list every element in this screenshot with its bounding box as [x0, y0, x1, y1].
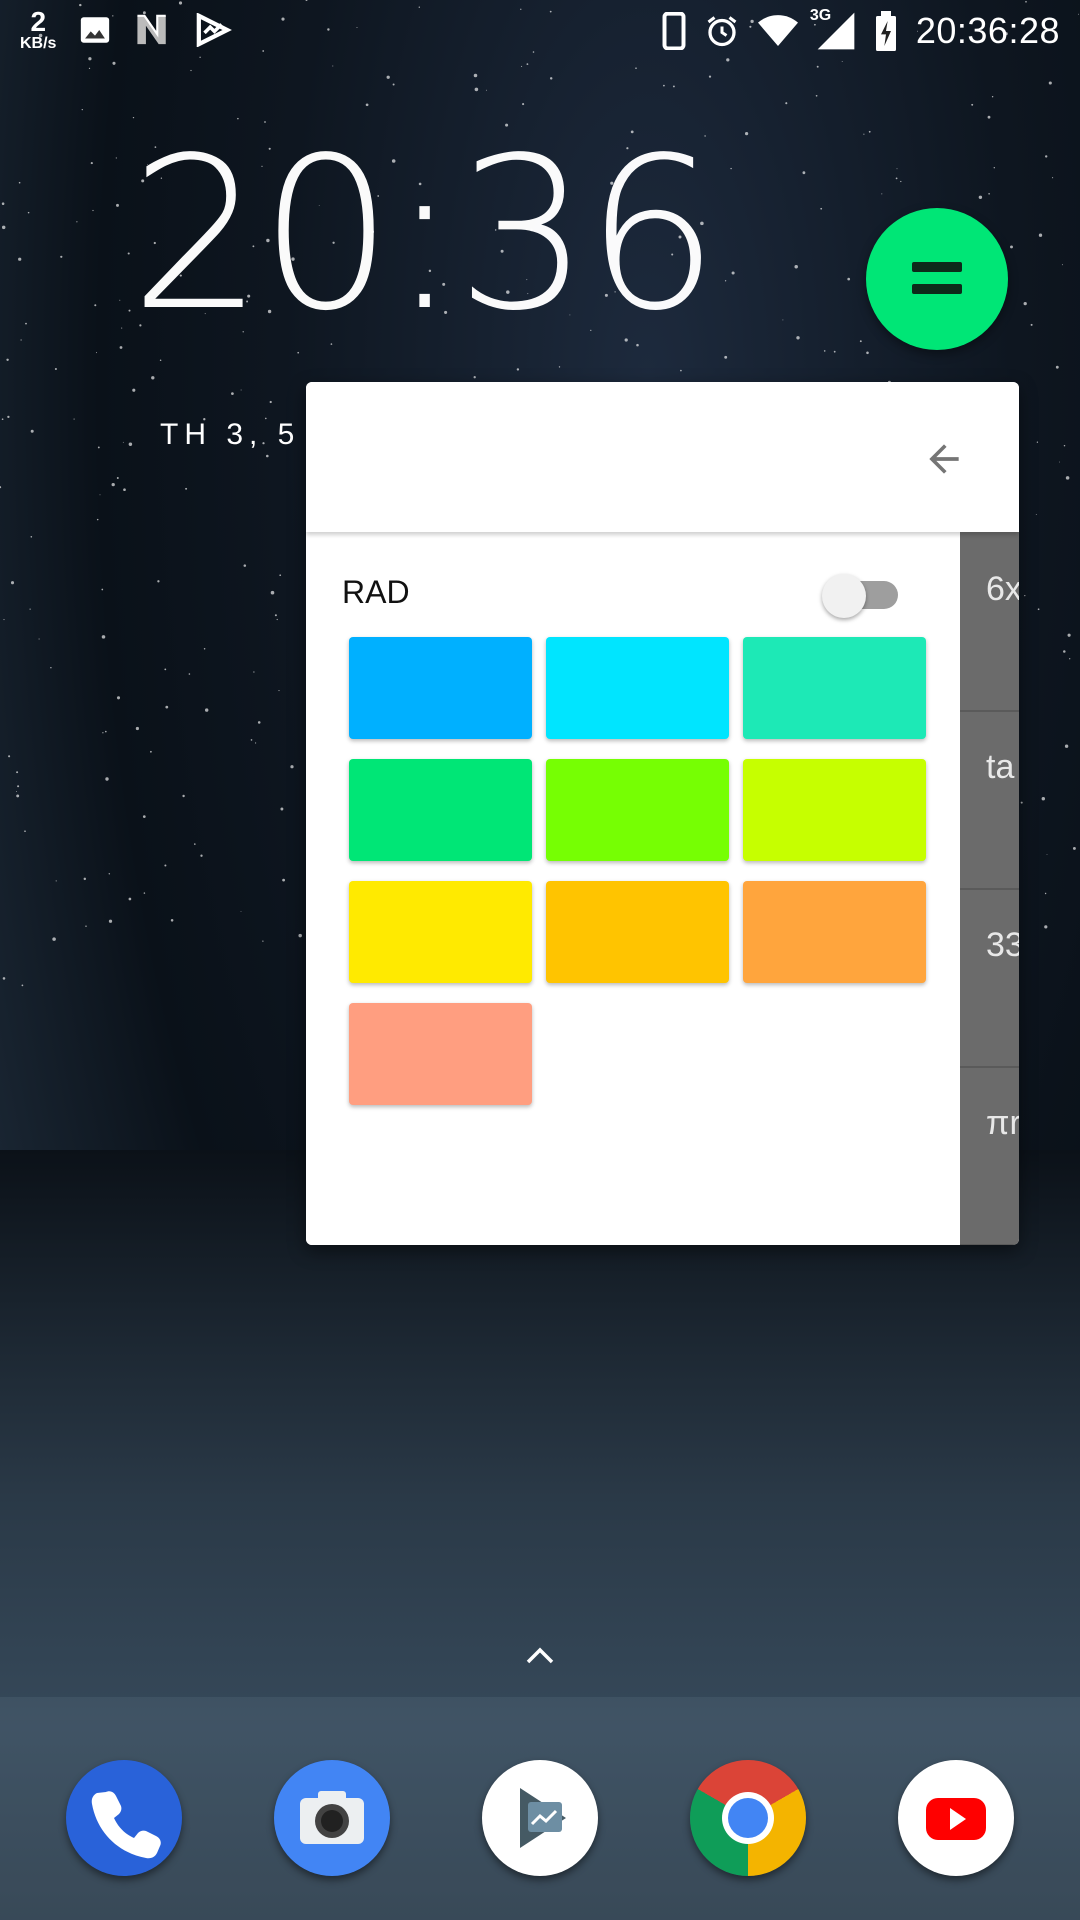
side-panel-item[interactable]: 33 [960, 888, 1019, 1068]
network-speed-value: 2 [30, 6, 47, 37]
side-panel-item[interactable]: 6x [960, 532, 1019, 712]
back-button[interactable] [919, 434, 969, 484]
color-swatch[interactable] [743, 881, 926, 983]
arrow-back-icon [929, 444, 959, 474]
theme-color-panel: RAD [306, 532, 960, 1245]
clock-date[interactable]: TH 3, 5 [160, 418, 300, 452]
swipe-up-arrow-icon[interactable] [525, 1645, 555, 1665]
alarm-icon [704, 13, 740, 49]
side-panel-item-label: πr [986, 1104, 1019, 1142]
color-swatch[interactable] [546, 637, 729, 739]
side-panel-item-label: 33 [986, 926, 1019, 964]
image-icon [78, 13, 112, 47]
calculator-overlay: RAD 6x ta 33 πr [306, 382, 1019, 1245]
rad-toggle[interactable] [822, 574, 902, 618]
color-swatch[interactable] [743, 637, 926, 739]
color-swatch[interactable] [349, 1003, 532, 1105]
clock-time[interactable]: 20:36 [130, 130, 719, 340]
network-speed: 2 KB/s [20, 8, 56, 52]
battery-charging-icon [874, 11, 898, 51]
network-speed-unit: KB/s [20, 35, 57, 52]
play-store-app-icon[interactable] [482, 1760, 598, 1876]
calculator-display [306, 382, 1019, 532]
n-notification-icon [134, 13, 172, 47]
color-swatch[interactable] [349, 881, 532, 983]
chrome-app-icon[interactable] [690, 1760, 806, 1876]
side-panel-item[interactable]: ta [960, 710, 1019, 890]
color-swatch[interactable] [349, 637, 532, 739]
color-swatch[interactable] [546, 759, 729, 861]
side-panel-item-label: ta [986, 748, 1015, 786]
phone-app-icon[interactable] [66, 1760, 182, 1876]
camera-app-icon[interactable] [274, 1760, 390, 1876]
color-swatch[interactable] [349, 759, 532, 861]
status-bar: 2 KB/s 3G 20:36:28 [0, 0, 1080, 62]
rad-label: RAD [342, 574, 410, 610]
color-swatch[interactable] [546, 881, 729, 983]
floating-calculator-button[interactable] [866, 208, 1008, 350]
wifi-icon [757, 14, 798, 48]
cell-signal-icon: 3G [810, 7, 856, 51]
side-panel-item-label: 6x [986, 570, 1019, 608]
youtube-app-icon[interactable] [898, 1760, 1014, 1876]
color-swatch[interactable] [743, 759, 926, 861]
function-side-panel[interactable]: 6x ta 33 πr [960, 532, 1019, 1245]
phone-device-icon [662, 12, 686, 50]
play-games-icon [194, 13, 233, 47]
side-panel-item[interactable]: πr [960, 1066, 1019, 1245]
network-type-label: 3G [809, 7, 832, 24]
status-time: 20:36:28 [915, 10, 1060, 51]
